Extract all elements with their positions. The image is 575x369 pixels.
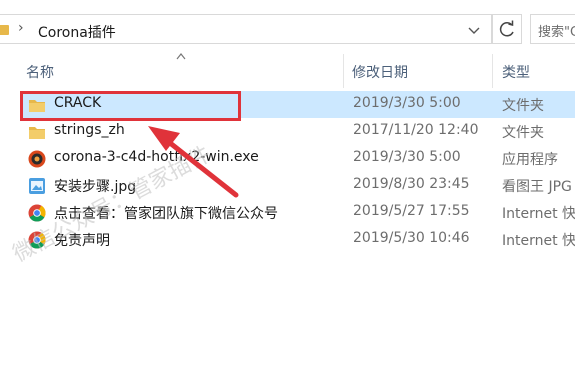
chevron-right-icon[interactable]: › <box>18 20 24 36</box>
file-date: 2017/11/20 12:40 <box>353 122 479 138</box>
image-file-icon <box>29 178 45 194</box>
file-name: strings_zh <box>54 122 125 138</box>
column-header-name[interactable]: 名称 <box>26 62 54 82</box>
folder-icon <box>29 127 45 139</box>
file-row[interactable]: CRACK 2019/3/30 5:00 文件夹 <box>20 91 575 118</box>
file-row[interactable]: 安装步骤.jpg 2019/8/30 23:45 看图王 JPG <box>20 172 575 199</box>
file-type: 应用程序 <box>502 152 558 168</box>
file-row[interactable]: 点击查看：管家团队旗下微信公众号 2019/5/27 17:55 Interne… <box>20 199 575 226</box>
column-divider[interactable] <box>343 54 344 88</box>
file-type: 看图王 JPG <box>502 179 572 195</box>
file-name: corona-3-c4d-hotfix2-win.exe <box>54 149 259 165</box>
refresh-button[interactable] <box>492 14 522 44</box>
chrome-shortcut-icon <box>28 204 46 222</box>
search-placeholder: 搜索"C <box>538 25 575 40</box>
file-date: 2019/5/30 10:46 <box>353 230 470 246</box>
folder-icon <box>0 25 9 35</box>
file-row[interactable]: corona-3-c4d-hotfix2-win.exe 2019/3/30 5… <box>20 145 575 172</box>
file-date: 2019/3/30 5:00 <box>353 95 461 111</box>
sort-ascending-icon <box>176 53 186 60</box>
file-type: 文件夹 <box>502 125 544 141</box>
chevron-down-icon[interactable] <box>466 23 482 37</box>
address-bar[interactable]: › Corona插件 <box>0 14 492 44</box>
file-name: 免责声明 <box>54 233 110 249</box>
file-type: Internet 快 <box>502 233 575 249</box>
file-date: 2019/5/27 17:55 <box>353 203 470 219</box>
chrome-shortcut-icon <box>28 231 46 249</box>
refresh-icon <box>499 20 514 37</box>
breadcrumb[interactable]: Corona插件 <box>38 22 116 42</box>
column-divider[interactable] <box>492 54 493 88</box>
file-type: 文件夹 <box>502 98 544 114</box>
folder-icon <box>29 100 45 112</box>
file-row[interactable]: strings_zh 2017/11/20 12:40 文件夹 <box>20 118 575 145</box>
column-header-type[interactable]: 类型 <box>502 62 530 82</box>
file-name: 安装步骤.jpg <box>54 179 137 195</box>
file-name: CRACK <box>54 95 102 111</box>
file-type: Internet 快 <box>502 206 575 222</box>
column-header-date[interactable]: 修改日期 <box>352 62 408 82</box>
corona-app-icon <box>28 150 46 168</box>
file-date: 2019/3/30 5:00 <box>353 149 461 165</box>
address-bar-area: › Corona插件 搜索"C <box>0 10 575 44</box>
search-input[interactable]: 搜索"C <box>530 14 575 44</box>
column-headers: 名称 修改日期 类型 <box>0 52 575 90</box>
file-name: 点击查看：管家团队旗下微信公众号 <box>54 206 278 222</box>
file-date: 2019/8/30 23:45 <box>353 176 470 192</box>
file-row[interactable]: 免责声明 2019/5/30 10:46 Internet 快 <box>20 226 575 253</box>
